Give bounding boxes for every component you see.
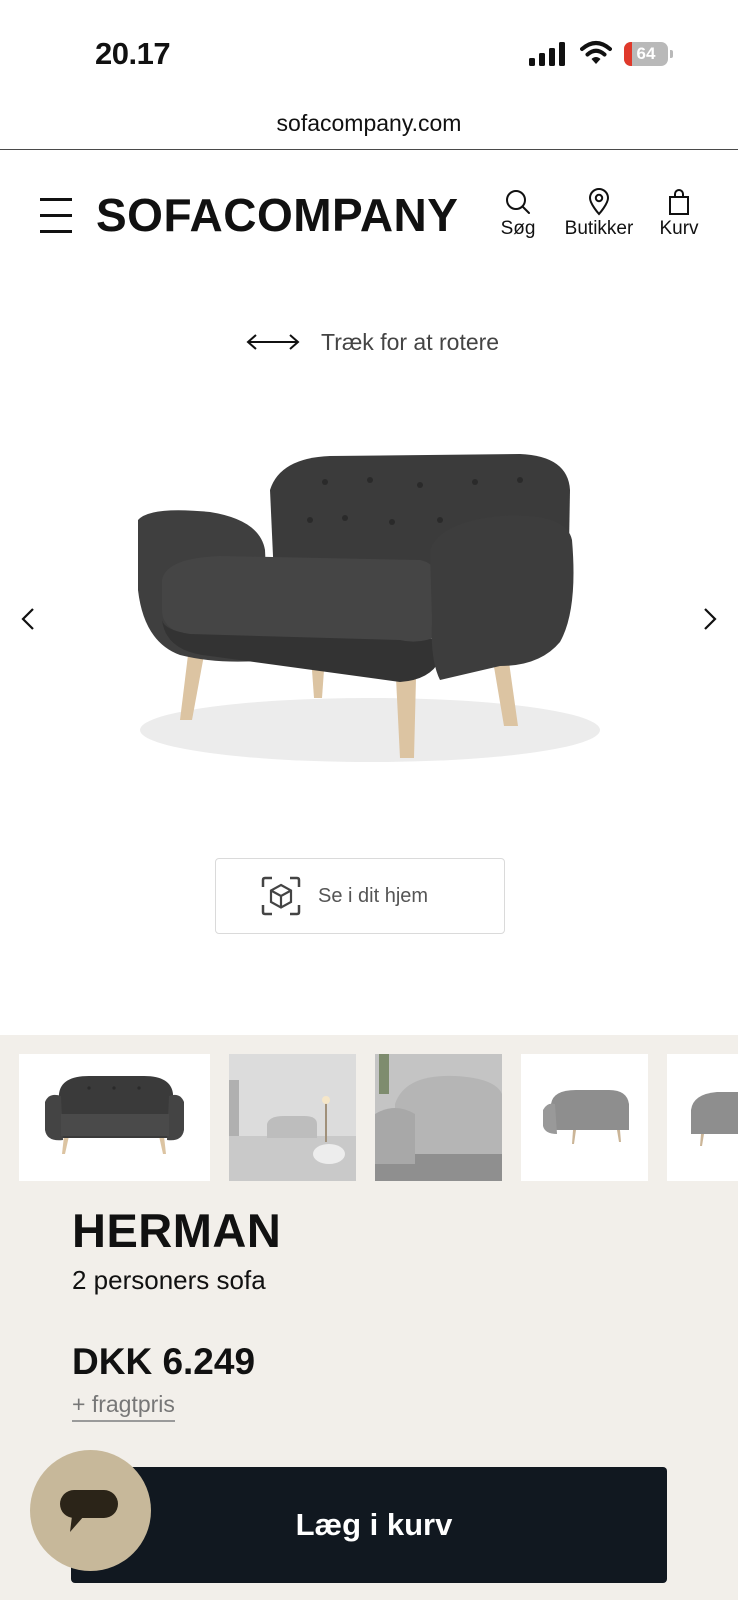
nav-stores[interactable]: Butikker [560, 188, 638, 240]
product-subtitle: 2 personers sofa [72, 1265, 266, 1295]
nav-search[interactable]: Søg [496, 188, 540, 240]
rotate-hint: Træk for at rotere [245, 325, 499, 359]
chevron-right-icon[interactable] [698, 604, 722, 634]
nav-cart-label: Kurv [659, 218, 699, 239]
nav-stores-label: Butikker [564, 218, 634, 239]
hamburger-menu-icon[interactable] [40, 198, 72, 233]
chat-bubble-icon [60, 1490, 118, 1532]
battery-percentage: 64 [636, 44, 656, 63]
product-name: HERMAN [72, 1204, 282, 1257]
freight-price-link[interactable]: + fragtpris [72, 1391, 175, 1422]
battery-icon: 64 [624, 42, 673, 66]
rotate-hint-label: Træk for at rotere [321, 328, 500, 355]
add-to-cart-button[interactable]: Læg i kurv [71, 1467, 667, 1583]
product-price: DKK 6.249 [72, 1341, 256, 1382]
thumbnail-1[interactable] [19, 1054, 210, 1181]
view-in-home-label: Se i dit hjem [318, 884, 429, 907]
browser-address-bar[interactable]: sofacompany.com [0, 100, 738, 150]
site-header: SOFACOMPANY Søg Butikker Kurv [0, 150, 738, 280]
thumbnail-2[interactable] [229, 1054, 356, 1181]
chevron-left-icon[interactable] [16, 604, 40, 634]
double-arrow-icon [246, 334, 300, 350]
wifi-icon [580, 41, 612, 64]
url-text: sofacompany.com [276, 110, 462, 136]
site-logo[interactable]: SOFACOMPANY [96, 188, 458, 242]
status-bar: 20.17 64 [0, 0, 738, 100]
nav-cart[interactable]: Kurv [656, 188, 702, 240]
view-in-home-button[interactable]: Se i dit hjem [215, 858, 505, 934]
chat-button[interactable] [30, 1450, 151, 1571]
search-icon [506, 190, 530, 214]
location-pin-icon [588, 188, 610, 216]
product-3d-view[interactable] [100, 430, 620, 790]
status-time: 20.17 [95, 36, 171, 71]
thumbnail-5[interactable] [667, 1054, 738, 1181]
shopping-bag-icon [669, 189, 689, 215]
signal-icon [529, 42, 565, 66]
ar-cube-icon [261, 876, 301, 916]
add-to-cart-label: Læg i kurv [295, 1507, 453, 1542]
nav-search-label: Søg [500, 218, 536, 239]
thumbnail-3[interactable] [375, 1054, 502, 1181]
thumbnail-4[interactable] [521, 1054, 648, 1181]
